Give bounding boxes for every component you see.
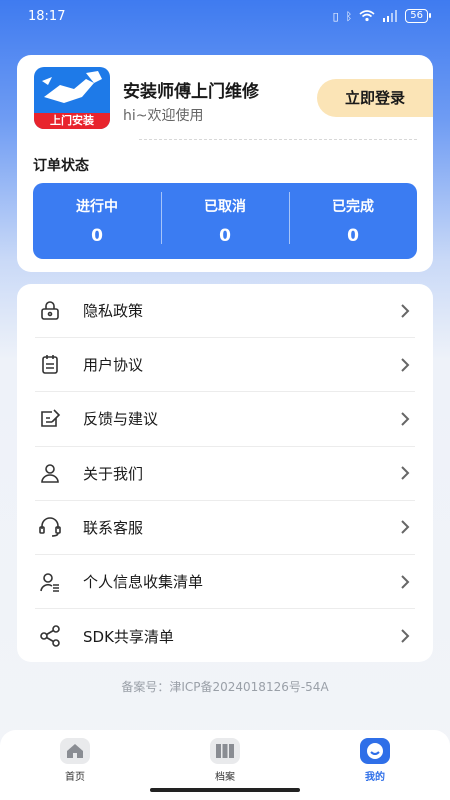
dashed-divider [139, 139, 417, 140]
logo-banner: 上门安装 [34, 113, 110, 129]
menu-label: 隐私政策 [83, 302, 144, 321]
edit-icon [37, 406, 63, 432]
order-status-panel: 进行中 0 已取消 0 已完成 0 [33, 183, 417, 259]
user-list-icon [37, 569, 63, 595]
battery-icon: 56 [405, 9, 431, 23]
order-count: 0 [91, 226, 103, 246]
document-icon [37, 352, 63, 378]
profile-icon [360, 738, 390, 764]
login-button[interactable]: 立即登录 [317, 79, 433, 117]
headset-icon [37, 514, 63, 540]
menu-item-about-us[interactable]: 关于我们 [35, 447, 415, 501]
menu-label: 反馈与建议 [83, 410, 159, 429]
status-time: 18:17 [28, 8, 66, 24]
menu-item-sdk-share-list[interactable]: SDK共享清单 [35, 609, 415, 663]
order-label: 已完成 [332, 199, 374, 215]
chevron-right-icon [401, 358, 410, 372]
menu-label: 联系客服 [83, 518, 144, 537]
menu-label: 个人信息收集清单 [83, 573, 204, 592]
order-count: 0 [219, 226, 231, 246]
menu-label: SDK共享清单 [83, 627, 174, 646]
chevron-right-icon [401, 574, 410, 589]
order-in-progress[interactable]: 进行中 0 [33, 196, 161, 246]
chevron-right-icon [401, 466, 410, 480]
chevron-right-icon [401, 303, 410, 318]
order-completed[interactable]: 已完成 0 [289, 192, 417, 246]
icp-record[interactable]: 备案号：津ICP备2024018126号-54A [0, 678, 450, 695]
chevron-right-icon [401, 629, 410, 643]
chevron-right-icon [401, 412, 410, 426]
tab-label: 档案 [215, 772, 235, 783]
settings-menu: 隐私政策 用户协议 反馈与建议 关于我们 联系客服 个人信息收集清单 SDK共享… [17, 284, 433, 662]
menu-label: 用户协议 [83, 356, 144, 375]
menu-item-customer-service[interactable]: 联系客服 [35, 501, 415, 555]
share-icon [37, 623, 63, 649]
menu-item-privacy[interactable]: 隐私政策 [35, 284, 415, 339]
order-label: 进行中 [76, 199, 118, 215]
status-icons: ▯ ᛒ 56 [332, 9, 431, 23]
tab-mine[interactable]: 我的 [300, 730, 450, 800]
signal-icon [383, 10, 398, 22]
user-icon [37, 460, 63, 486]
tab-label: 首页 [65, 772, 85, 783]
menu-item-personal-info-list[interactable]: 个人信息收集清单 [35, 555, 415, 610]
archive-icon [210, 738, 240, 764]
chevron-right-icon [401, 520, 410, 535]
bluetooth-icon: ᛒ [345, 9, 353, 23]
wifi-icon [359, 10, 375, 22]
menu-item-feedback[interactable]: 反馈与建议 [35, 392, 415, 447]
tab-label: 我的 [365, 772, 385, 783]
repair-hand-icon [42, 71, 102, 103]
menu-label: 关于我们 [83, 464, 144, 483]
tab-home[interactable]: 首页 [0, 730, 150, 800]
order-cancelled[interactable]: 已取消 0 [161, 192, 289, 246]
order-status-title: 订单状态 [33, 158, 89, 174]
menu-item-user-agreement[interactable]: 用户协议 [35, 338, 415, 393]
welcome-text: hi~欢迎使用 [123, 108, 204, 124]
app-name: 安装师傅上门维修 [123, 82, 259, 102]
status-bar: 18:17 ▯ ᛒ 56 [0, 0, 450, 32]
vibrate-icon: ▯ [332, 9, 339, 23]
profile-card: 上门安装 安装师傅上门维修 hi~欢迎使用 立即登录 订单状态 进行中 0 已取… [17, 55, 433, 272]
home-indicator [150, 788, 300, 792]
lock-icon [37, 298, 63, 324]
order-label: 已取消 [204, 199, 246, 215]
order-count: 0 [347, 226, 359, 246]
home-icon [60, 738, 90, 764]
app-logo: 上门安装 [34, 67, 110, 129]
